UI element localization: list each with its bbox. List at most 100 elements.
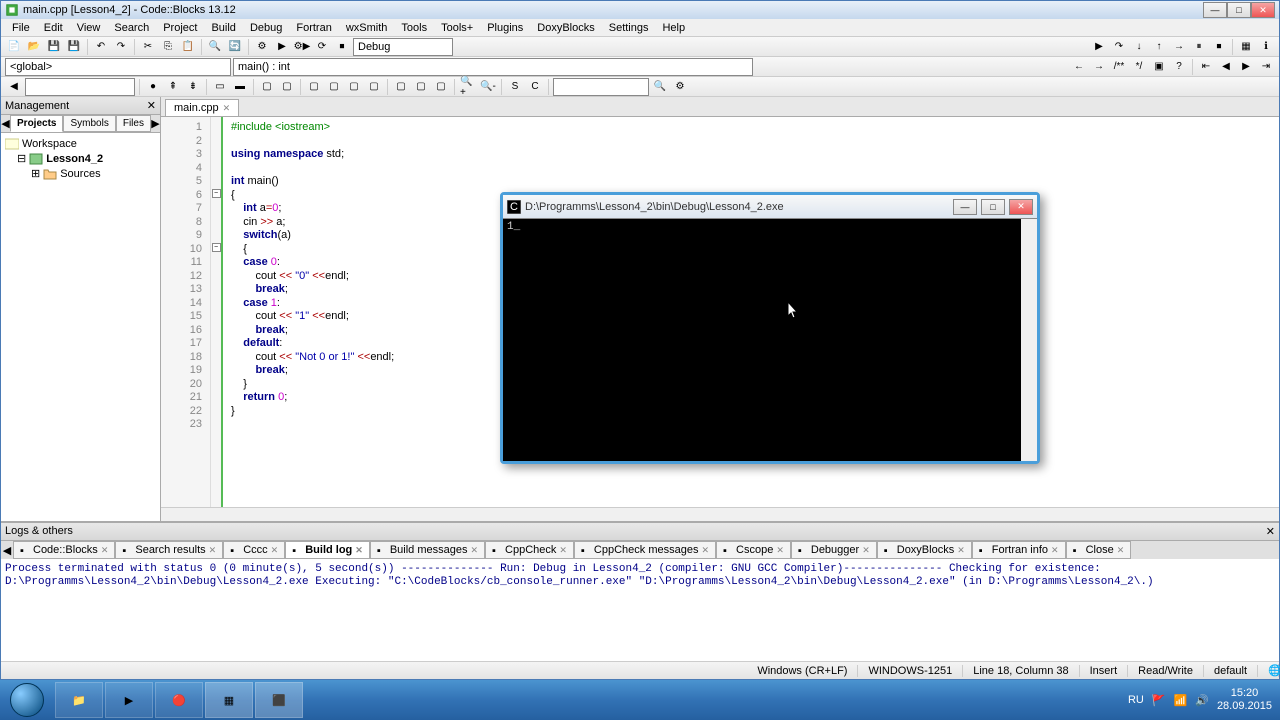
log-tab-close-icon[interactable]: ✕ [209,545,217,556]
log-tab-cppcheckmessages[interactable]: ▪CppCheck messages✕ [574,541,716,559]
editor-tab-main[interactable]: main.cpp ✕ [165,99,239,116]
log-tab-close[interactable]: ▪Close✕ [1066,541,1132,559]
console-body[interactable]: 1_ [503,219,1021,461]
new-file-button[interactable]: 📄 [5,38,23,56]
task-console[interactable]: ⬛ [255,682,303,718]
jump-fwd-button[interactable]: → [1090,58,1108,76]
log-tab-codeblocks[interactable]: ▪Code::Blocks✕ [13,541,115,559]
menu-edit[interactable]: Edit [37,20,70,36]
replace-button[interactable]: 🔄 [226,38,244,56]
log-tab-close-icon[interactable]: ✕ [1051,545,1059,556]
menu-project[interactable]: Project [156,20,204,36]
log-tab-doxyblocks[interactable]: ▪DoxyBlocks✕ [877,541,972,559]
tree-workspace[interactable]: Workspace [5,137,156,151]
editor-hscrollbar[interactable] [161,507,1279,521]
tabs-next-button[interactable]: ▶ [151,117,160,131]
log-tab-cccc[interactable]: ▪Cccc✕ [223,541,285,559]
hl-button[interactable]: ▬ [231,78,249,96]
c-button[interactable]: C [526,78,544,96]
zoom-in-button[interactable]: 🔍+ [459,78,477,96]
log-tabs-prev[interactable]: ◀ [1,543,13,557]
tray-lang[interactable]: RU [1128,694,1144,706]
log-tab-close-icon[interactable]: ✕ [1117,545,1125,556]
menu-tools[interactable]: Tools [394,20,434,36]
close-button[interactable]: ✕ [1251,2,1275,18]
console-close-button[interactable]: ✕ [1009,199,1033,215]
log-tab-close-icon[interactable]: ✕ [862,545,870,556]
tab-projects[interactable]: Projects [10,115,63,132]
doxy2-button[interactable]: */ [1130,58,1148,76]
tab-symbols[interactable]: Symbols [63,115,115,132]
function-combo[interactable]: main() : int [233,58,753,76]
abort-button[interactable]: ⏹ [333,38,351,56]
debug-info-button[interactable]: ℹ [1257,38,1275,56]
debug-step-out-button[interactable]: ↑ [1150,38,1168,56]
menu-fortran[interactable]: Fortran [289,20,338,36]
task-codeblocks[interactable]: ▦ [205,682,253,718]
log-tab-buildmessages[interactable]: ▪Build messages✕ [370,541,485,559]
tray-clock[interactable]: 15:20 28.09.2015 [1217,687,1272,713]
zoom-out-button[interactable]: 🔍- [479,78,497,96]
log-tab-close-icon[interactable]: ✕ [559,545,567,556]
debug-step-into-button[interactable]: ↓ [1130,38,1148,56]
log-tab-searchresults[interactable]: ▪Search results✕ [115,541,223,559]
next-bp-button[interactable]: ⇟ [184,78,202,96]
copy-button[interactable]: ⎘ [159,38,177,56]
nav-prev-button[interactable]: ◀ [1217,58,1235,76]
b1-button[interactable]: ▢ [258,78,276,96]
menu-plugins[interactable]: Plugins [480,20,530,36]
tray-network-icon[interactable]: 📶 [1174,694,1188,707]
log-tab-close-icon[interactable]: ✕ [101,545,109,556]
b2-button[interactable]: ▢ [278,78,296,96]
tray-flag-icon[interactable]: 🚩 [1152,694,1166,707]
expand-icon[interactable]: ⊟ [17,152,26,165]
b5-button[interactable]: ▢ [345,78,363,96]
menu-search[interactable]: Search [107,20,156,36]
arrow-left-button[interactable]: ◀ [5,78,23,96]
menu-view[interactable]: View [70,20,108,36]
log-tab-cppcheck[interactable]: ▪CppCheck✕ [485,541,574,559]
search-opts-button[interactable]: ⚙ [671,78,689,96]
undo-button[interactable]: ↶ [92,38,110,56]
menu-debug[interactable]: Debug [243,20,289,36]
debug-continue-button[interactable]: ▶ [1090,38,1108,56]
log-tab-close-icon[interactable]: ✕ [701,545,709,556]
cut-button[interactable]: ✂ [139,38,157,56]
build-run-button[interactable]: ⚙▶ [293,38,311,56]
open-button[interactable]: 📂 [25,38,43,56]
menu-file[interactable]: File [5,20,37,36]
menu-settings[interactable]: Settings [602,20,656,36]
find-button[interactable]: 🔍 [206,38,224,56]
debug-step-button[interactable]: ↷ [1110,38,1128,56]
log-tab-buildlog[interactable]: ▪Build log✕ [285,541,370,559]
s-button[interactable]: S [506,78,524,96]
rebuild-button[interactable]: ⟳ [313,38,331,56]
build-button[interactable]: ⚙ [253,38,271,56]
log-tab-fortraninfo[interactable]: ▪Fortran info✕ [972,541,1066,559]
nav-next-button[interactable]: ▶ [1237,58,1255,76]
tree-project[interactable]: ⊟ Lesson4_2 [5,151,156,166]
b9-button[interactable]: ▢ [432,78,450,96]
tray-volume-icon[interactable]: 🔊 [1195,694,1209,707]
console-scrollbar[interactable] [1021,219,1037,461]
log-tab-cscope[interactable]: ▪Cscope✕ [716,541,791,559]
console-minimize-button[interactable]: — [953,199,977,215]
save-all-button[interactable]: 💾 [65,38,83,56]
log-tab-close-icon[interactable]: ✕ [271,545,279,556]
search-go-button[interactable]: 🔍 [651,78,669,96]
logs-close-icon[interactable]: ✕ [1266,525,1275,538]
nav-last-button[interactable]: ⇥ [1257,58,1275,76]
doxy-help-button[interactable]: ? [1170,58,1188,76]
log-tab-close-icon[interactable]: ✕ [470,545,478,556]
toggle-bp-button[interactable]: ● [144,78,162,96]
log-tab-close-icon[interactable]: ✕ [957,545,965,556]
log-tab-debugger[interactable]: ▪Debugger✕ [791,541,877,559]
b6-button[interactable]: ▢ [365,78,383,96]
log-tab-close-icon[interactable]: ✕ [776,545,784,556]
prev-bp-button[interactable]: ⇞ [164,78,182,96]
save-button[interactable]: 💾 [45,38,63,56]
minimize-button[interactable]: — [1203,2,1227,18]
debug-break-button[interactable]: ⏸ [1190,38,1208,56]
doxy-run-button[interactable]: ▣ [1150,58,1168,76]
menu-doxyblocks[interactable]: DoxyBlocks [530,20,601,36]
